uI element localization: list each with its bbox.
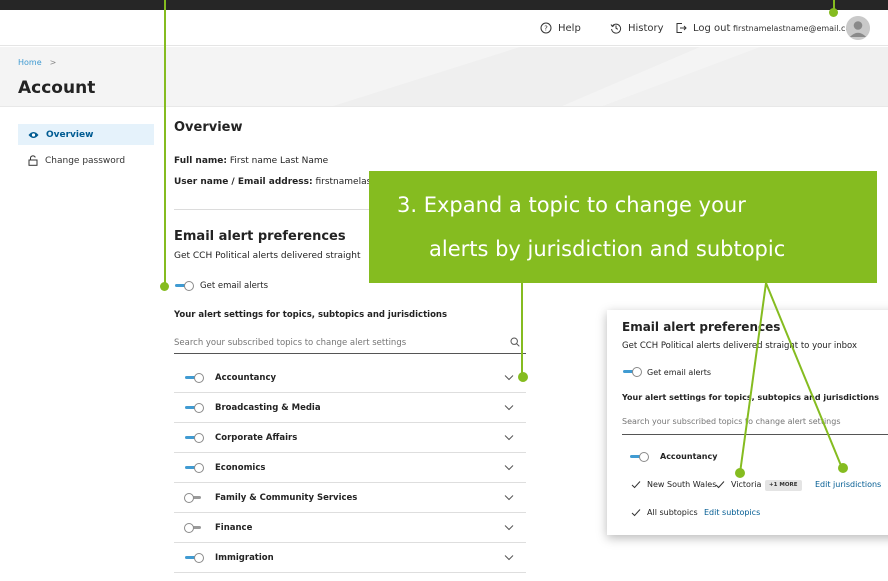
chevron-down-icon[interactable] (504, 554, 514, 561)
banner-pattern (333, 47, 888, 106)
page-header-banner (0, 47, 888, 107)
annotation-marker (829, 8, 838, 17)
topic-label: Broadcasting & Media (215, 402, 321, 413)
email-alerts-toggle[interactable] (174, 281, 196, 291)
topic-label: Finance (215, 522, 253, 533)
panel-email-alerts-toggle[interactable] (622, 367, 644, 377)
panel-subtitle: Get CCH Political alerts delivered strai… (622, 341, 858, 351)
breadcrumb-separator: > (49, 58, 57, 67)
panel-topic-label: Accountancy (660, 452, 718, 461)
annotation-marker (518, 372, 528, 382)
user-email: firstnamelastname@email.com (733, 23, 859, 33)
topic-toggle[interactable] (184, 553, 206, 563)
history-link[interactable]: History (610, 10, 664, 46)
check-icon (631, 509, 641, 517)
topic-row[interactable]: Finance (174, 513, 526, 543)
help-link[interactable]: ? Help (540, 10, 581, 46)
topic-toggle[interactable] (184, 403, 206, 413)
alert-settings-label: Your alert settings for topics, subtopic… (174, 310, 448, 320)
svg-text:?: ? (544, 25, 548, 33)
top-bar (0, 0, 888, 10)
panel-jurisdiction-1: New South Wales (647, 480, 717, 489)
utility-bar: ? Help History Log out firstnamelastname… (0, 10, 888, 46)
check-icon (715, 481, 725, 489)
alerts-subtitle: Get CCH Political alerts delivered strai… (174, 251, 361, 261)
chevron-down-icon[interactable] (504, 434, 514, 441)
topic-row[interactable]: Immigration (174, 543, 526, 573)
sidebar-item-label: Overview (46, 129, 94, 140)
search-placeholder: Search your subscribed topics to change … (174, 337, 407, 348)
panel-settings-label: Your alert settings for topics, subtopic… (622, 393, 879, 402)
topic-toggle[interactable] (184, 433, 206, 443)
search-icon[interactable] (510, 337, 520, 347)
more-badge[interactable]: +1 MORE (765, 480, 802, 491)
panel-title: Email alert preferences (622, 320, 781, 334)
page: ? Help History Log out firstnamelastname… (0, 0, 888, 581)
check-icon (631, 481, 641, 489)
callout-line-1: 3. Expand a topic to change your (397, 193, 746, 217)
logout-link[interactable]: Log out (675, 10, 730, 46)
topic-toggle[interactable] (184, 523, 206, 533)
topic-label: Family & Community Services (215, 492, 358, 503)
avatar[interactable] (846, 16, 870, 40)
annotation-marker (838, 463, 848, 473)
panel-search-underline (622, 434, 888, 435)
edit-jurisdictions-link[interactable]: Edit jurisdictions (815, 480, 881, 489)
topic-row[interactable]: Corporate Affairs (174, 423, 526, 453)
chevron-down-icon[interactable] (504, 524, 514, 531)
panel-subtopics: All subtopics (647, 508, 698, 517)
chevron-down-icon[interactable] (504, 404, 514, 411)
logout-label: Log out (693, 22, 731, 34)
expanded-preview-panel: Email alert preferences Get CCH Politica… (607, 310, 888, 535)
alerts-title: Email alert preferences (174, 229, 346, 244)
panel-jurisdiction-2: Victoria (731, 480, 762, 489)
annotation-marker (160, 282, 169, 291)
topic-row[interactable]: Accountancy (174, 363, 526, 393)
topic-row[interactable]: Family & Community Services (174, 483, 526, 513)
help-icon: ? (540, 22, 552, 34)
overview-title: Overview (174, 120, 243, 135)
help-label: Help (558, 22, 581, 34)
breadcrumb: Home > (18, 58, 56, 67)
panel-email-alerts-label: Get email alerts (647, 368, 712, 377)
email-alerts-label: Get email alerts (200, 281, 269, 291)
panel-search-input[interactable]: Search your subscribed topics to change … (622, 417, 841, 426)
chevron-down-icon[interactable] (504, 494, 514, 501)
full-name-value: First name Last Name (229, 156, 329, 166)
annotation-marker (735, 468, 745, 478)
breadcrumb-home[interactable]: Home (18, 58, 42, 67)
topic-label: Economics (215, 462, 266, 473)
page-title: Account (18, 78, 96, 98)
topic-label: Accountancy (215, 372, 277, 383)
topic-toggle[interactable] (184, 463, 206, 473)
topic-label: Immigration (215, 552, 274, 563)
sidebar-item-change-password[interactable]: Change password (18, 150, 154, 171)
topic-search-input[interactable]: Search your subscribed topics to change … (174, 332, 526, 354)
topic-toggle[interactable] (184, 493, 206, 503)
callout-line-2: alerts by jurisdiction and subtopic (429, 237, 786, 261)
full-name-row: Full name: First name Last Name (174, 156, 328, 166)
email-row: User name / Email address: firstnamelast… (174, 177, 381, 187)
chevron-down-icon[interactable] (504, 374, 514, 381)
history-icon (610, 23, 622, 34)
logout-icon (676, 23, 687, 33)
edit-subtopics-link[interactable]: Edit subtopics (704, 508, 760, 517)
topic-row[interactable]: Economics (174, 453, 526, 483)
topic-row[interactable]: Broadcasting & Media (174, 393, 526, 423)
avatar-icon (846, 16, 870, 40)
topic-toggle[interactable] (184, 373, 206, 383)
lock-icon (28, 155, 38, 166)
sidebar-item-overview[interactable]: Overview (18, 124, 154, 145)
chevron-down-icon[interactable] (504, 464, 514, 471)
panel-accountancy-toggle[interactable] (629, 452, 651, 462)
topic-label: Corporate Affairs (215, 432, 298, 443)
tutorial-callout: 3. Expand a topic to change your alerts … (369, 171, 877, 283)
email-label: User name / Email address: (174, 177, 313, 187)
sidebar-item-label: Change password (45, 155, 126, 166)
history-label: History (628, 22, 664, 34)
full-name-label: Full name: (174, 156, 227, 166)
eye-icon (28, 131, 39, 138)
